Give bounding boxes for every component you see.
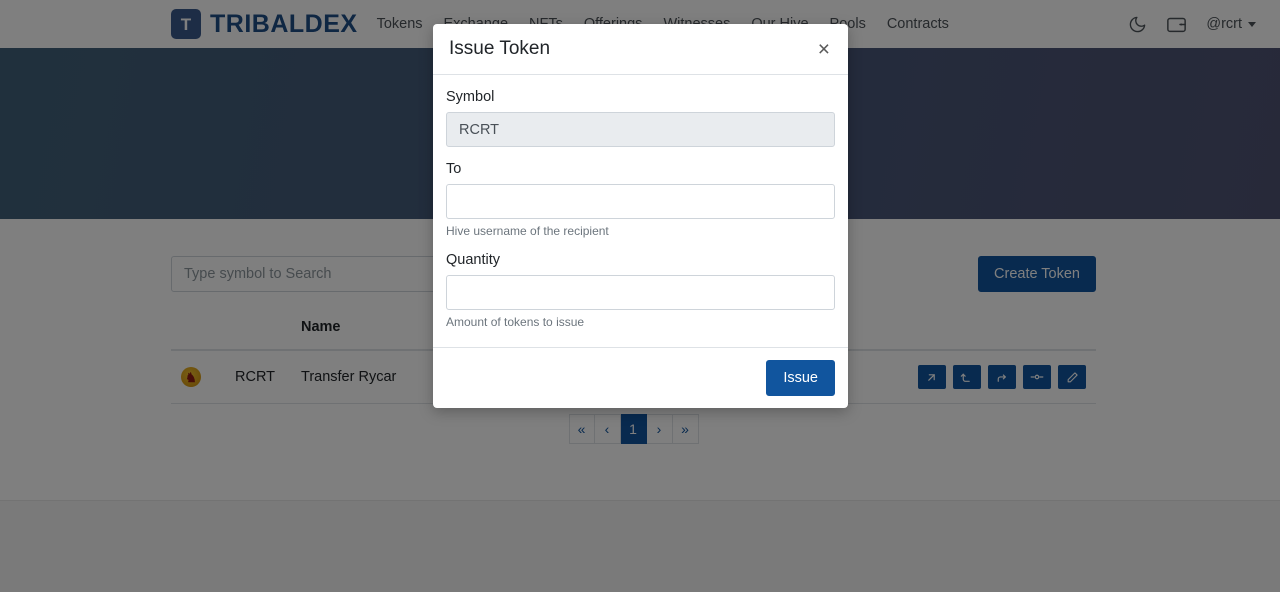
symbol-input: [446, 112, 835, 147]
quantity-label: Quantity: [446, 252, 500, 268]
close-icon[interactable]: ×: [816, 39, 832, 60]
to-help-text: Hive username of the recipient: [446, 224, 609, 238]
issue-button[interactable]: Issue: [766, 360, 835, 396]
quantity-help-text: Amount of tokens to issue: [446, 315, 585, 329]
symbol-label: Symbol: [446, 89, 495, 105]
quantity-field-group: Quantity Amount of tokens to issue: [446, 252, 835, 329]
issue-token-modal: Issue Token × Symbol To Hive username of…: [433, 24, 848, 408]
symbol-field-group: Symbol: [446, 89, 835, 147]
quantity-input[interactable]: [446, 275, 835, 310]
to-label: To: [446, 161, 462, 177]
to-field-group: To Hive username of the recipient: [446, 161, 835, 238]
modal-body: Symbol To Hive username of the recipient…: [433, 75, 848, 347]
to-input[interactable]: [446, 184, 835, 219]
modal-header: Issue Token ×: [433, 24, 848, 75]
modal-title: Issue Token: [449, 38, 551, 59]
modal-footer: Issue: [433, 347, 848, 408]
